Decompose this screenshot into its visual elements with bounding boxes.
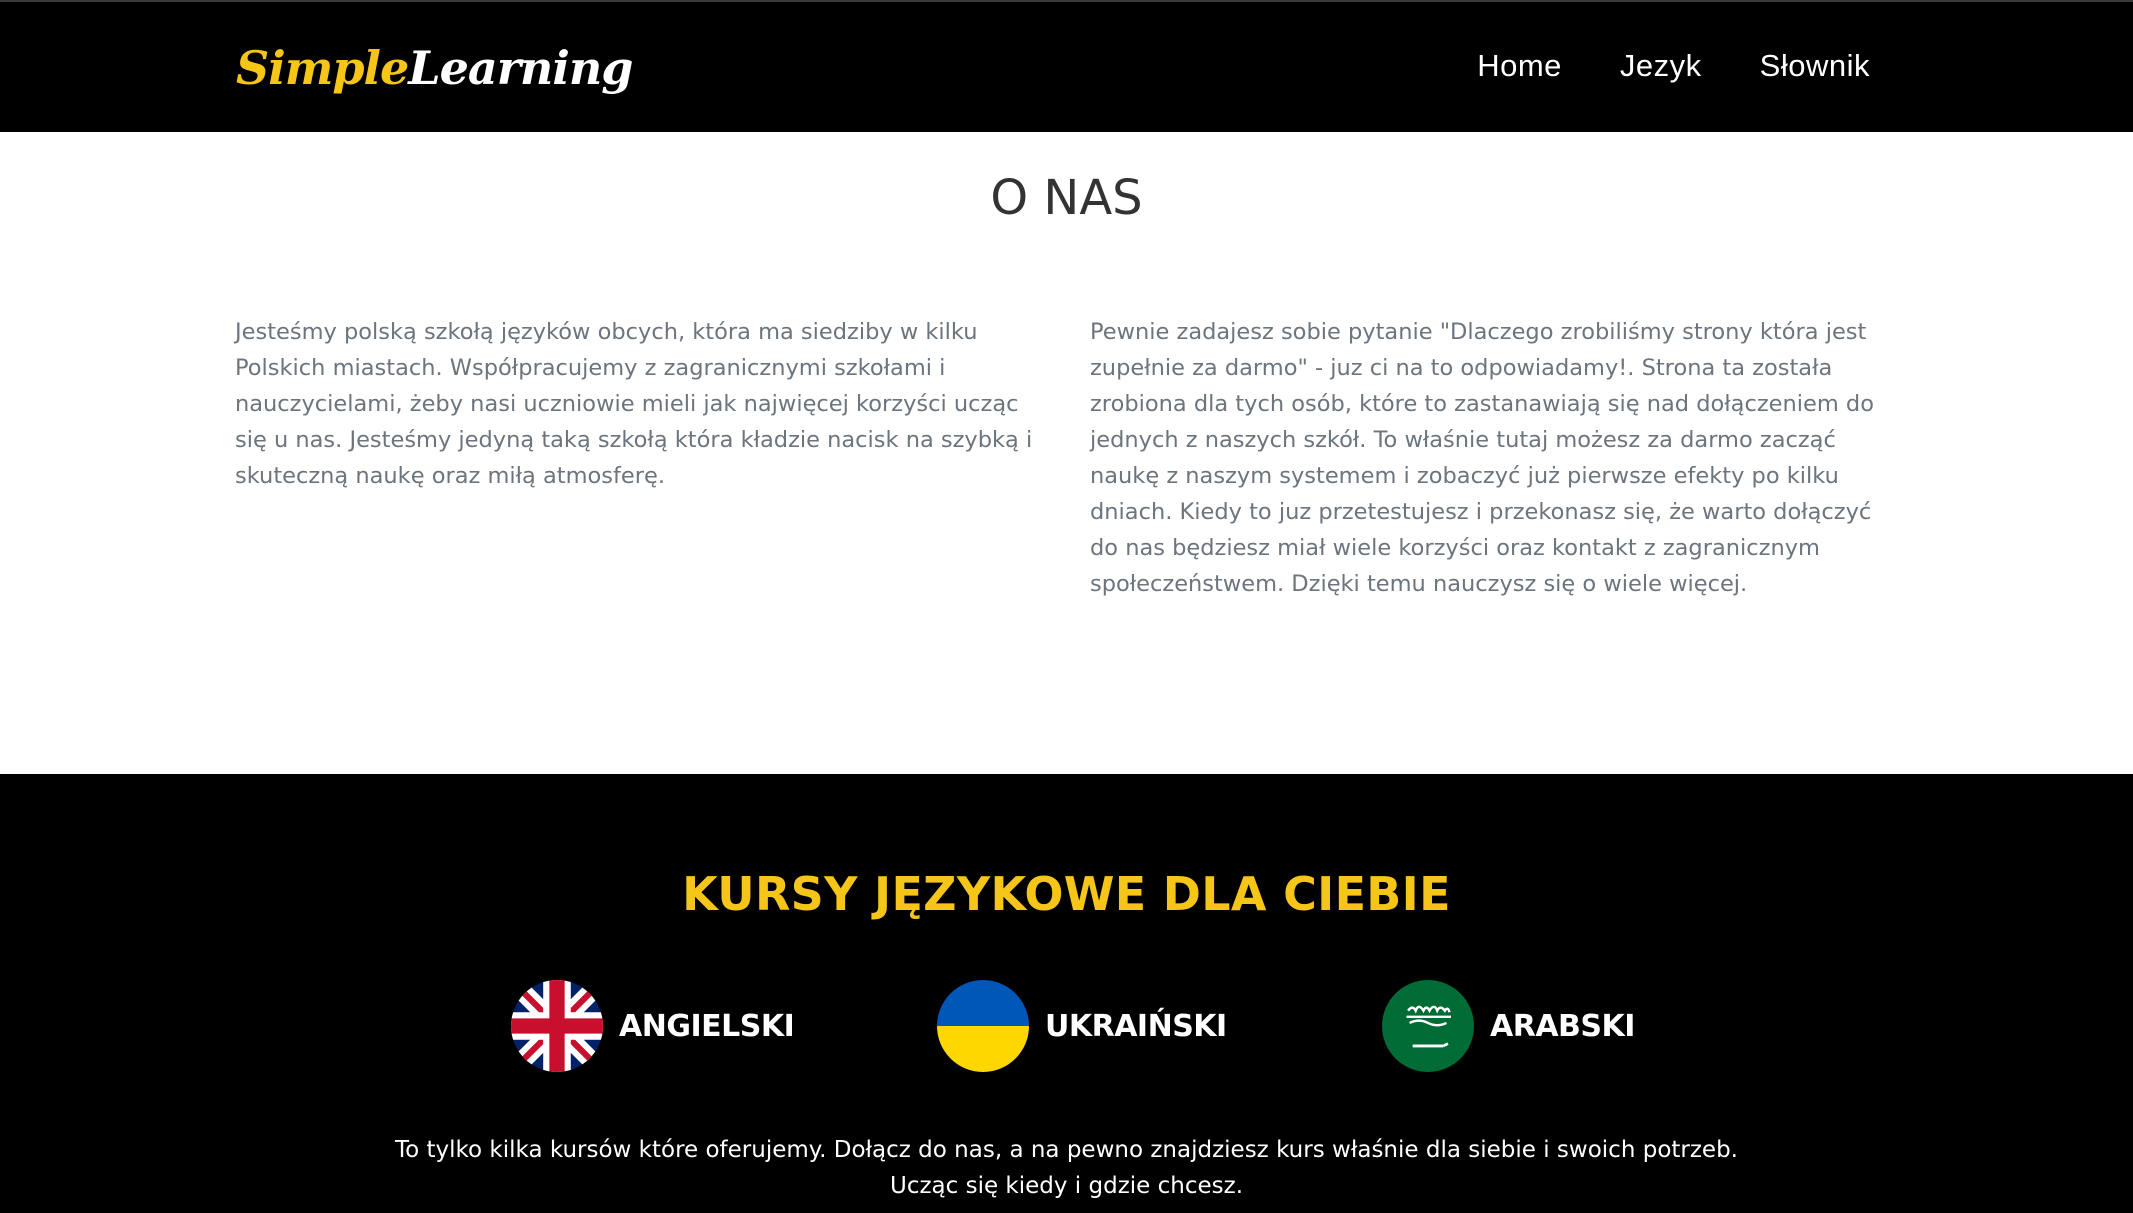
about-section: O NAS Jesteśmy polską szkołą języków obc… [0, 132, 2133, 774]
courses-title: KURSY JĘZYKOWE DLA CIEBIE [682, 867, 1451, 921]
saudi-arabia-flag-icon [1382, 980, 1474, 1072]
ukraine-flag-icon [937, 980, 1029, 1072]
brand-logo-part-simple: Simple [236, 41, 409, 95]
courses-note-line-2: Ucząc się kiedy i gdzie chcesz. [889, 1173, 1244, 1199]
about-left-paragraph: Jesteśmy polską szkołą języków obcych, k… [235, 319, 1033, 489]
navbar: SimpleLearning Home Jezyk Słownik [0, 0, 2133, 132]
courses-note: To tylko kilka kursów które oferujemy. D… [0, 1132, 2133, 1204]
courses-note-line-1: To tylko kilka kursów które oferujemy. D… [395, 1137, 1738, 1163]
course-english[interactable]: ANGIELSKI [511, 980, 795, 1072]
courses-section: KURSY JĘZYKOWE DLA CIEBIE ANGIELSKI UKRA… [0, 774, 2133, 1213]
nav-link-jezyk[interactable]: Jezyk [1620, 44, 1702, 88]
course-arabic-label: ARABSKI [1490, 1008, 1635, 1044]
main-nav: Home Jezyk Słownik [1477, 44, 1870, 88]
nav-link-home[interactable]: Home [1477, 44, 1562, 88]
nav-link-slownik[interactable]: Słownik [1760, 44, 1870, 88]
about-right-paragraph: Pewnie zadajesz sobie pytanie "Dlaczego … [1090, 319, 1874, 597]
about-title: O NAS [990, 170, 1143, 226]
course-ukrainian-label: UKRAIŃSKI [1045, 1008, 1227, 1044]
course-arabic[interactable]: ARABSKI [1382, 980, 1635, 1072]
uk-flag-icon [511, 980, 603, 1072]
course-ukrainian[interactable]: UKRAIŃSKI [937, 980, 1227, 1072]
brand-logo-part-learning: Learning [408, 41, 633, 95]
brand-logo[interactable]: SimpleLearning [236, 38, 633, 98]
course-english-label: ANGIELSKI [619, 1008, 795, 1044]
